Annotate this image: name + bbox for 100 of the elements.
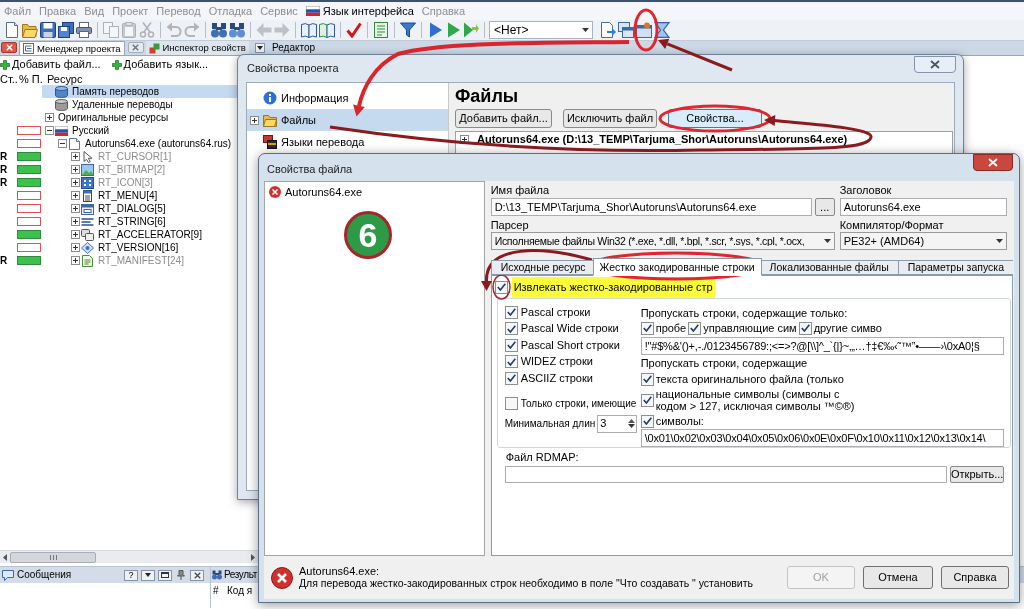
checkbox[interactable] (504, 397, 518, 411)
toolbar-button[interactable] (399, 21, 417, 39)
action-button[interactable]: Добавить язык... (111, 57, 209, 72)
toolbar-button[interactable] (300, 21, 318, 39)
checkbox[interactable] (640, 414, 654, 428)
checkbox[interactable] (798, 321, 812, 335)
checkbox[interactable] (504, 338, 518, 352)
tree-item[interactable]: RT_MENU[4] (42, 189, 265, 202)
checkbox-label[interactable]: ASCIIZ строки (520, 372, 593, 384)
checkbox-label[interactable]: другие симво (813, 322, 882, 334)
toolbar-button[interactable] (210, 21, 228, 39)
tree-item[interactable]: RT_DIALOG[5] (42, 202, 265, 215)
close-icon (930, 60, 940, 69)
button[interactable]: Открыть... (950, 466, 1004, 483)
checkbox[interactable] (504, 322, 518, 336)
help-button[interactable]: ? (124, 569, 138, 581)
checkbox[interactable] (640, 321, 654, 335)
checkbox-label[interactable]: управляющие сим (703, 322, 797, 334)
checkbox-label[interactable]: Pascal строки (520, 306, 591, 318)
toolbar-button[interactable] (617, 21, 635, 39)
close-icon (193, 571, 201, 579)
column-header[interactable]: % П. (19, 73, 47, 85)
dropdown[interactable]: Исполняемые файлы Win32 (*.exe, *.dll, *.bpl, *.scr, *.sys, *.cpl, *.ocx, (490, 232, 835, 250)
checkbox-label[interactable]: Pascal Wide строки (520, 323, 619, 335)
close-button[interactable] (1, 42, 17, 53)
checkbox-label[interactable]: WIDEZ строки (520, 356, 593, 368)
list-item[interactable]: Autoruns64.exe (265, 184, 484, 200)
checkbox-label[interactable]: Pascal Short строки (520, 339, 620, 351)
tab[interactable]: Параметры запуска (897, 260, 1013, 275)
scrollbar-thumb[interactable] (10, 551, 96, 563)
checkbox-label[interactable]: пробе (655, 322, 687, 334)
column-header[interactable]: Ресурс (47, 73, 83, 85)
button[interactable]: Добавить файл... (455, 109, 552, 128)
checkbox-label[interactable]: национальные символы (символы с кодом > 127, исключая символы ™©®) (655, 388, 868, 412)
scroll-left-button[interactable] (0, 551, 10, 563)
checkbox[interactable] (504, 355, 518, 369)
menu-button[interactable] (141, 569, 155, 581)
nav-item[interactable]: Файлы (247, 109, 448, 131)
toolbar-button[interactable] (653, 21, 671, 39)
tab[interactable]: Исходные ресурс (490, 260, 595, 275)
tab[interactable]: Жестко закодированные строки (592, 258, 762, 276)
button[interactable]: Отмена (863, 566, 933, 589)
input-field[interactable] (504, 466, 947, 483)
checkbox-label[interactable]: символы: (655, 415, 868, 427)
toolbar-button[interactable] (75, 21, 93, 39)
tree-item[interactable]: RT_ACCELERATOR[9] (42, 228, 265, 241)
input-field[interactable]: \0x01\0x02\0x03\0x04\0x05\0x06\0x0E\0x0F\0x10\0x11\0x12\0x13\0x14\ (640, 429, 1004, 447)
dropdown[interactable]: PE32+ (AMD64) (839, 232, 1007, 250)
spin-field[interactable]: 3 (597, 414, 638, 433)
tree-item[interactable]: RT_BITMAP[2] (42, 163, 265, 176)
toolbar-button[interactable] (39, 21, 57, 39)
checkbox[interactable] (688, 321, 702, 335)
tree-item[interactable]: RT_ICON[3] (42, 176, 265, 189)
tree-item[interactable]: RT_MANIFEST[24] (42, 254, 265, 267)
browse-button[interactable]: ... (814, 198, 835, 216)
checkbox-label[interactable]: текста оригинального файла (только (655, 373, 868, 385)
checkbox-label[interactable]: Извлекать жестко-закодированные стр (511, 276, 715, 298)
checkbox-label[interactable]: Только строки, имеющие (520, 398, 637, 409)
checkbox[interactable] (494, 280, 508, 294)
close-button[interactable] (973, 154, 1013, 171)
maximize-button[interactable] (158, 569, 172, 581)
plus-icon (111, 59, 122, 70)
window-title: Свойства проекта (247, 63, 339, 74)
toolbar-button[interactable] (318, 21, 336, 39)
caret-down-icon (823, 239, 831, 243)
checkbox[interactable] (640, 393, 654, 407)
input-field[interactable]: Autoruns64.exe (839, 198, 1007, 216)
printer-icon (76, 22, 92, 38)
input-field[interactable]: D:\13_TEMP\Tarjuma_Shor\Autoruns\Autoruns64.exe (490, 198, 812, 216)
action-button[interactable]: Добавить файл... (0, 57, 101, 72)
tab[interactable]: Локализованные файлы (759, 260, 898, 275)
checkbox[interactable] (504, 305, 518, 319)
menu-item[interactable]: Язык интерфейса (301, 2, 418, 20)
tab[interactable]: Менеджер проекта (19, 41, 125, 55)
tree-item[interactable]: RT_STRING[6] (42, 215, 265, 228)
pin-button[interactable] (175, 569, 187, 581)
toolbar-button[interactable] (3, 21, 21, 39)
tree-item[interactable]: Autoruns64.exe (D:\13_TEMP\Tarjuma_Shor\Autoruns\Autoruns64.exe) (456, 132, 952, 147)
column-header[interactable]: # (211, 586, 227, 596)
tree-item[interactable]: RT_CURSOR[1] (42, 150, 265, 163)
toolbar-button[interactable] (599, 21, 617, 39)
toolbar-button[interactable] (57, 21, 75, 39)
close-button[interactable] (914, 56, 956, 73)
checkbox[interactable] (640, 372, 654, 386)
button[interactable]: Справка (941, 566, 1009, 589)
dropdown[interactable]: <Нет> (489, 21, 593, 39)
column-header[interactable]: Ст.. (0, 73, 19, 85)
horizontal-scrollbar[interactable] (0, 550, 258, 563)
button[interactable]: Исключить файл (563, 109, 657, 128)
close-button[interactable] (190, 569, 204, 581)
input-field[interactable]: !"#$%&'()+,-./0123456789:;<=>?@[\\]^_`{|}~‚„…†‡€‰‹˜™”•——›\0xA0¦§ (640, 337, 1004, 355)
tree-item[interactable]: RT_VERSION[16] (42, 241, 265, 254)
button[interactable]: Свойства... (668, 109, 762, 128)
close-button[interactable] (127, 42, 144, 53)
toolbar-button[interactable] (345, 21, 363, 39)
scroll-right-button[interactable] (248, 551, 258, 563)
checkbox[interactable] (504, 371, 518, 385)
column-header[interactable]: Код я (227, 586, 253, 596)
toolbar-button[interactable] (228, 21, 246, 39)
tab[interactable]: Инспектор свойств (145, 41, 249, 55)
